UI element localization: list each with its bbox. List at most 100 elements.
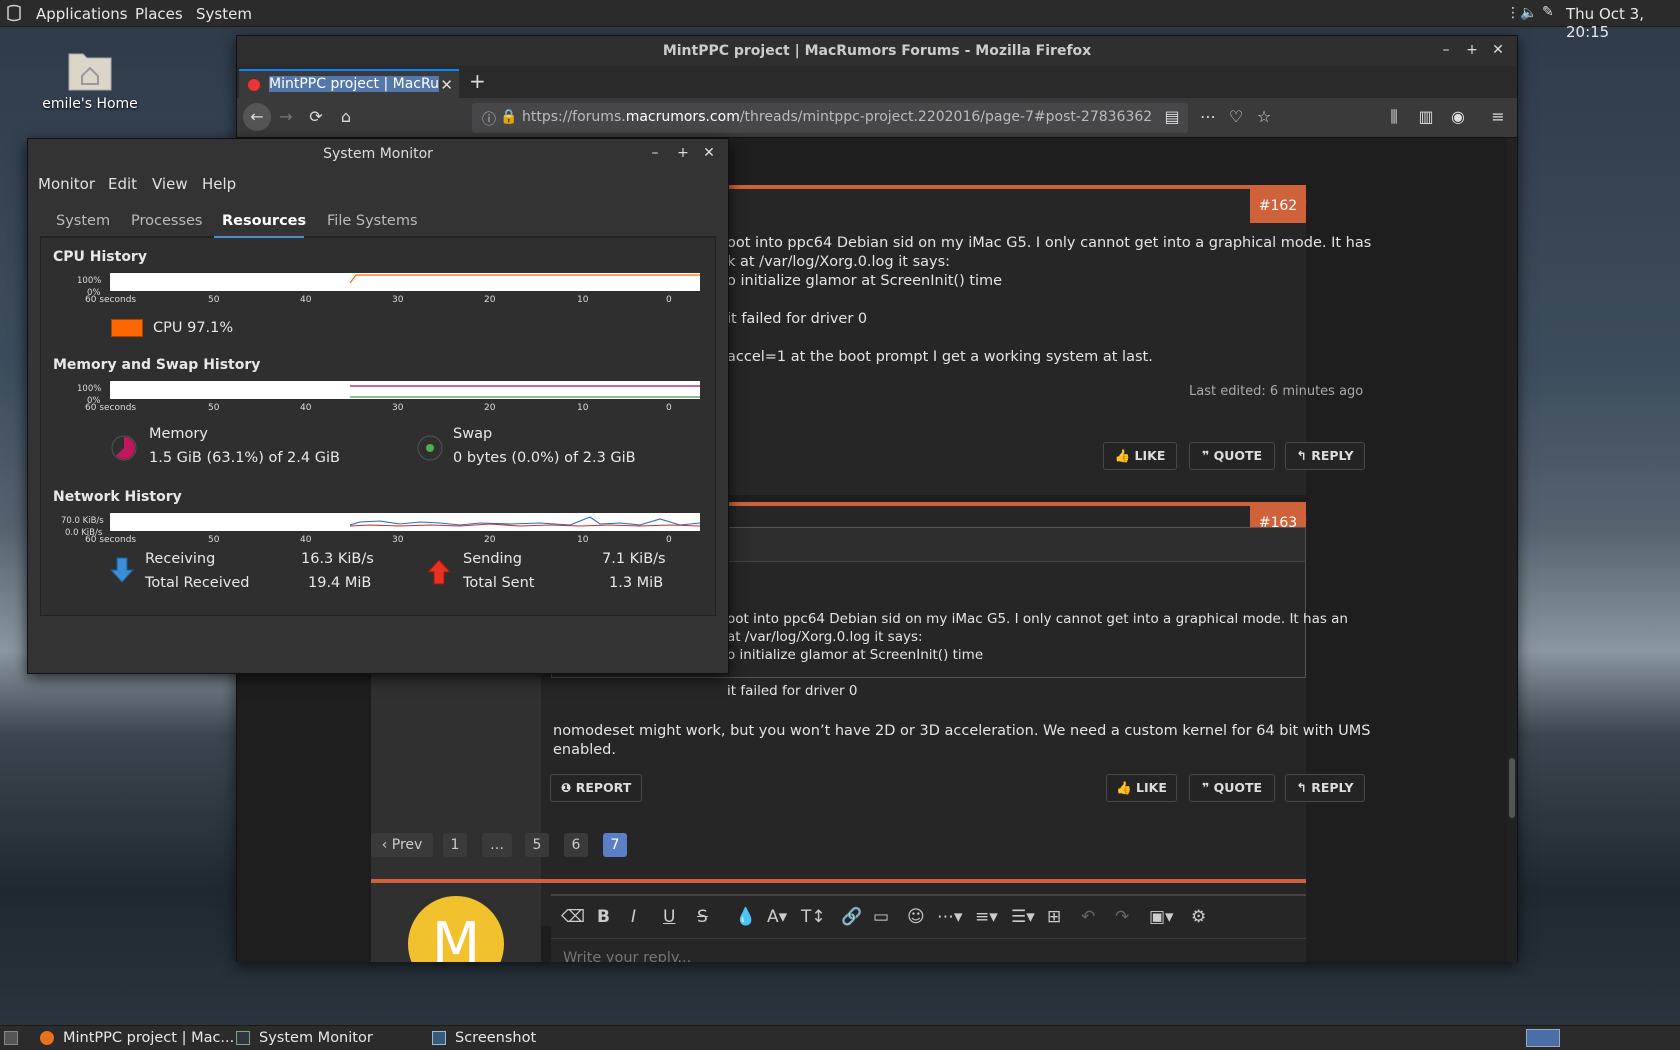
maximize-button[interactable]: + (1463, 42, 1481, 58)
menu-view[interactable]: View (152, 175, 188, 193)
drafts-icon[interactable]: ▣▾ (1149, 907, 1174, 927)
sidebar-icon[interactable]: ▥ (1415, 106, 1437, 128)
quote-button[interactable]: ❞ QUOTE (1189, 442, 1275, 470)
tab-file-systems[interactable]: File Systems (327, 213, 418, 229)
align-icon[interactable]: ≡▾ (975, 907, 998, 927)
menu-system[interactable]: System (196, 5, 252, 23)
taskbar-system-monitor[interactable]: System Monitor (259, 1030, 373, 1046)
memory-pie-icon[interactable] (111, 435, 137, 461)
underline-icon[interactable]: U (663, 907, 675, 927)
reply-button[interactable]: ↰ REPLY (1285, 774, 1365, 802)
redo-icon[interactable]: ↷ (1115, 907, 1129, 927)
tab-close-icon[interactable]: ✕ (440, 76, 453, 94)
more-options-icon[interactable]: ⋯▾ (937, 907, 963, 927)
mint-logo-icon[interactable] (6, 4, 22, 22)
close-button[interactable]: ✕ (1489, 42, 1507, 58)
post-number[interactable]: #162 (1250, 189, 1306, 223)
settings-gear-icon[interactable]: ⚙ (1191, 907, 1206, 927)
sending-arrow-icon[interactable] (426, 558, 452, 586)
tab-system[interactable]: System (56, 213, 110, 229)
reply-button[interactable]: ↰ REPLY (1285, 442, 1365, 470)
like-button[interactable]: 👍 LIKE (1106, 774, 1177, 802)
memory-graph (110, 381, 700, 399)
tab-strip: MintPPC project | MacRu ✕ (237, 66, 1517, 98)
menu-applications[interactable]: Applications (36, 5, 128, 23)
page-actions-icon[interactable]: ⋯ (1197, 106, 1219, 128)
browser-tab[interactable]: MintPPC project | MacRu ✕ (239, 69, 459, 98)
quote-button[interactable]: ❞ QUOTE (1189, 774, 1275, 802)
url-domain: macrumors.com (625, 109, 740, 125)
swap-pie-icon[interactable] (417, 435, 443, 461)
x-tick-label: 20 (484, 295, 496, 305)
italic-icon[interactable]: I (631, 907, 636, 927)
image-icon[interactable]: ▭ (873, 907, 889, 927)
font-family-icon[interactable]: A▾ (767, 907, 787, 927)
url-bar[interactable]: ⓘ 🔒 https://forums.macrumors.com/threads… (472, 103, 1188, 133)
bold-icon[interactable]: B (597, 907, 610, 927)
hamburger-menu-icon[interactable]: ≡ (1487, 106, 1509, 128)
menu-edit[interactable]: Edit (108, 175, 137, 193)
back-arrow-icon[interactable]: ← (243, 103, 271, 131)
link-icon[interactable]: 🔗 (841, 907, 862, 927)
tab-resources[interactable]: Resources (222, 213, 306, 229)
emoji-icon[interactable]: ☺ (907, 907, 925, 927)
memory-label: Memory (149, 426, 208, 442)
menu-help[interactable]: Help (202, 175, 236, 193)
reload-icon[interactable]: ⟳ (305, 106, 327, 128)
info-icon[interactable]: ⓘ (482, 109, 496, 129)
eraser-icon[interactable]: ⌫ (561, 907, 585, 927)
page-1-button[interactable]: 1 (443, 833, 467, 857)
minimize-button[interactable]: – (1437, 42, 1455, 58)
prev-page-button[interactable]: ‹ Prev (371, 833, 433, 857)
bookmark-star-icon[interactable]: ☆ (1253, 106, 1275, 128)
sm-minimize-button[interactable]: – (646, 145, 664, 161)
quote-line: oot into ppc64 Debian sid on my iMac G5.… (727, 611, 1348, 627)
reply-input[interactable] (561, 946, 1281, 962)
account-icon[interactable]: ◉ (1447, 106, 1469, 128)
volume-icon[interactable]: ⋮🔈 (1506, 5, 1537, 21)
page-5-button[interactable]: 5 (525, 833, 549, 857)
post-line: k at /var/log/Xorg.0.log it says: (727, 254, 951, 270)
desktop-home-folder[interactable]: emile's Home (40, 48, 140, 112)
list-icon[interactable]: ☰▾ (1011, 907, 1035, 927)
table-icon[interactable]: ⊞ (1047, 907, 1061, 927)
font-size-icon[interactable]: T↕ (801, 907, 826, 927)
network-icon[interactable]: ✎ (1542, 4, 1554, 20)
strikethrough-icon[interactable]: S (697, 907, 708, 927)
like-button[interactable]: 👍 LIKE (1103, 442, 1177, 470)
menu-monitor[interactable]: Monitor (38, 175, 95, 193)
clock[interactable]: Thu Oct 3, 20:15 (1566, 5, 1680, 41)
reader-view-icon[interactable]: ▤ (1161, 106, 1183, 128)
quote-line: at /var/log/Xorg.0.log it says: (727, 629, 923, 645)
tab-processes[interactable]: Processes (131, 213, 202, 229)
show-desktop-icon[interactable] (4, 1031, 18, 1045)
receiving-arrow-icon[interactable] (109, 556, 135, 584)
sm-maximize-button[interactable]: + (674, 145, 692, 161)
taskbar-screenshot[interactable]: Screenshot (455, 1030, 536, 1046)
home-icon[interactable]: ⌂ (335, 106, 357, 128)
report-button[interactable]: ❶ REPORT (550, 774, 642, 802)
page-scrollbar[interactable] (1507, 138, 1517, 962)
taskbar-firefox[interactable]: MintPPC project | Mac... (63, 1030, 234, 1046)
menu-places[interactable]: Places (135, 5, 183, 23)
page-6-button[interactable]: 6 (564, 833, 588, 857)
network-graph (110, 513, 700, 531)
pocket-icon[interactable]: ♡ (1225, 106, 1247, 128)
new-tab-icon[interactable]: + (469, 69, 486, 93)
x-tick-label: 60 seconds (85, 295, 137, 305)
page-7-button[interactable]: 7 (603, 833, 627, 857)
cpu-color-swatch[interactable] (111, 319, 143, 337)
library-icon[interactable]: ⫼ (1383, 106, 1405, 128)
x-tick-label: 20 (484, 535, 496, 545)
page-ellipsis-button[interactable]: … (482, 833, 512, 857)
x-tick-label: 0 (666, 295, 672, 305)
sm-close-button[interactable]: ✕ (700, 145, 718, 161)
lock-icon: 🔒 (500, 109, 518, 125)
x-tick-label: 50 (208, 403, 220, 413)
post-line: accel=1 at the boot prompt I get a worki… (727, 349, 1153, 365)
color-icon[interactable]: 💧 (735, 907, 756, 927)
undo-icon[interactable]: ↶ (1081, 907, 1095, 927)
forward-arrow-icon[interactable]: → (275, 106, 297, 128)
workspace-switcher-icon[interactable] (1526, 1029, 1560, 1047)
x-tick-label: 10 (577, 535, 589, 545)
